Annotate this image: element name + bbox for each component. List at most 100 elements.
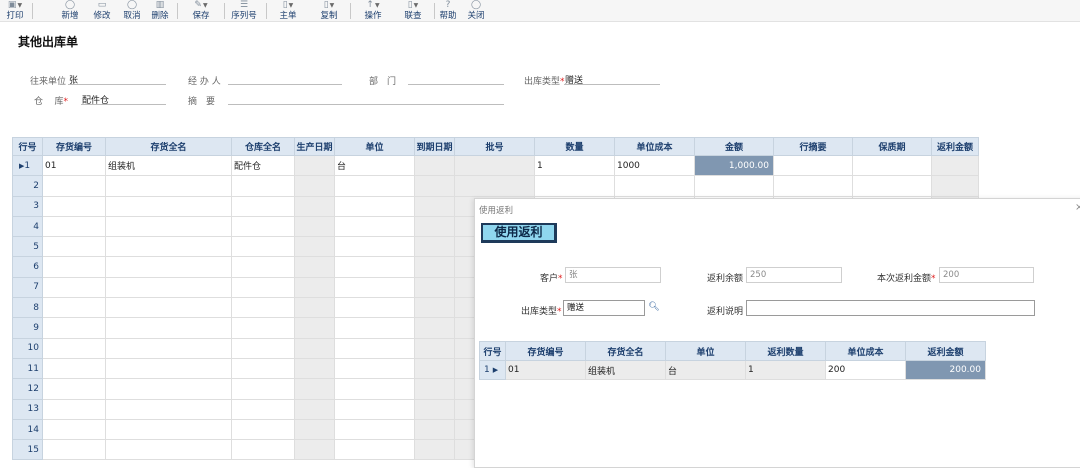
grid-cell[interactable] [414, 317, 455, 339]
col-header-expiry-date[interactable]: 到期日期 [414, 137, 455, 156]
edit-button[interactable]: ▭ 修改 [90, 0, 114, 22]
help-button[interactable]: ? 帮助 [436, 0, 460, 22]
cell-name[interactable]: 组装机 [105, 154, 232, 177]
grid-cell[interactable] [42, 317, 106, 339]
grid-cell[interactable] [105, 175, 232, 197]
col-header-line-memo[interactable]: 行摘要 [773, 137, 853, 156]
grid-cell[interactable] [414, 398, 455, 420]
col-header-unit[interactable]: 单位 [665, 341, 746, 361]
customer-field[interactable]: 张 [565, 267, 661, 283]
dialog-out-type-field[interactable]: 赠送 [563, 300, 645, 316]
grid-cell[interactable] [294, 195, 335, 217]
out-type-field[interactable]: 赠送 [564, 73, 660, 86]
grid-cell[interactable] [105, 195, 232, 217]
grid-cell[interactable] [294, 256, 335, 278]
master-button[interactable]: ▯▼ 主单 [268, 0, 308, 22]
grid-cell[interactable] [105, 215, 232, 238]
grid-cell[interactable] [105, 256, 232, 278]
grid-cell[interactable] [231, 337, 295, 359]
grid-cell[interactable] [414, 337, 455, 359]
grid-cell[interactable] [414, 175, 455, 197]
grid-cell[interactable] [414, 256, 455, 278]
grid-cell[interactable] [334, 439, 415, 461]
col-header-row-no[interactable]: 行号 [12, 137, 43, 156]
cell-unit[interactable]: 台 [665, 360, 746, 380]
col-header-rebate-amount[interactable]: 返利金额 [905, 341, 986, 361]
grid-cell[interactable] [105, 276, 232, 299]
col-header-warehouse[interactable]: 仓库全名 [231, 137, 295, 156]
summary-field[interactable] [228, 93, 504, 105]
cell-line-memo[interactable] [773, 154, 853, 177]
grid-cell[interactable] [294, 297, 335, 319]
grid-cell[interactable] [334, 215, 415, 238]
search-icon[interactable]: 🔍︎ [647, 301, 661, 315]
cell-expiry-date[interactable] [414, 154, 455, 177]
operate-button[interactable]: ↑▼ 操作 [354, 0, 392, 22]
grid-cell[interactable] [42, 297, 106, 319]
grid-cell[interactable] [931, 175, 979, 197]
grid-cell[interactable] [414, 195, 455, 217]
grid-cell[interactable] [231, 215, 295, 238]
grid-cell[interactable] [231, 439, 295, 461]
grid-cell[interactable] [414, 439, 455, 461]
grid-cell[interactable] [334, 357, 415, 380]
grid-cell[interactable] [454, 175, 535, 197]
col-header-name[interactable]: 存货全名 [585, 341, 666, 361]
this-rebate-field[interactable]: 200 [939, 267, 1034, 283]
close-button[interactable]: ◯ 关闭 [464, 0, 488, 22]
delete-button[interactable]: ▥ 删除 [148, 0, 172, 22]
grid-cell[interactable] [42, 398, 106, 420]
department-field[interactable] [408, 73, 504, 85]
grid-cell[interactable] [414, 418, 455, 441]
cell-code[interactable]: 01 [505, 360, 586, 380]
grid-cell[interactable] [42, 215, 106, 238]
partner-field[interactable]: 张 [68, 73, 166, 86]
new-button[interactable]: ◯ 新增 [58, 0, 82, 22]
col-header-row-no[interactable]: 行号 [479, 341, 506, 361]
grid-cell[interactable] [294, 418, 335, 441]
col-header-batch[interactable]: 批号 [454, 137, 535, 156]
grid-cell[interactable] [294, 236, 335, 258]
grid-cell[interactable] [42, 195, 106, 217]
grid-cell[interactable] [105, 337, 232, 359]
grid-cell[interactable] [334, 195, 415, 217]
grid-cell[interactable] [42, 357, 106, 380]
grid-cell[interactable] [105, 378, 232, 400]
table-row[interactable]: 2 [12, 175, 979, 197]
grid-cell[interactable] [414, 215, 455, 238]
col-header-unit-cost[interactable]: 单位成本 [614, 137, 695, 156]
grid-cell[interactable] [294, 337, 335, 359]
grid-cell[interactable] [414, 236, 455, 258]
grid-cell[interactable] [105, 418, 232, 441]
grid-cell[interactable] [231, 418, 295, 441]
col-header-rebate-qty[interactable]: 返利数量 [745, 341, 826, 361]
grid-cell[interactable] [231, 398, 295, 420]
close-icon[interactable]: × [1075, 202, 1080, 213]
grid-cell[interactable] [694, 175, 774, 197]
grid-cell[interactable] [231, 276, 295, 299]
cell-warehouse[interactable]: 配件仓 [231, 154, 295, 177]
grid-cell[interactable] [334, 337, 415, 359]
copy-button[interactable]: ▯▼ 复制 [310, 0, 348, 22]
grid-cell[interactable] [334, 418, 415, 441]
grid-cell[interactable] [42, 256, 106, 278]
cell-shelf-life[interactable] [852, 154, 932, 177]
grid-cell[interactable] [294, 439, 335, 461]
grid-cell[interactable] [334, 398, 415, 420]
grid-cell[interactable] [231, 236, 295, 258]
table-row[interactable]: 1 01 组装机 配件仓 台 1 1000 1,000.00 [12, 154, 979, 177]
grid-cell[interactable] [231, 175, 295, 197]
grid-cell[interactable] [414, 297, 455, 319]
serial-number-button[interactable]: ☰ 序列号 [227, 0, 261, 22]
grid-cell[interactable] [231, 357, 295, 380]
grid-cell[interactable] [105, 357, 232, 380]
col-header-code[interactable]: 存货编号 [42, 137, 106, 156]
cell-code[interactable]: 01 [42, 154, 106, 177]
grid-cell[interactable] [42, 337, 106, 359]
grid-cell[interactable] [334, 236, 415, 258]
cell-amount[interactable]: 1,000.00 [694, 154, 774, 177]
col-header-unit[interactable]: 单位 [334, 137, 415, 156]
grid-cell[interactable] [294, 276, 335, 299]
grid-cell[interactable] [231, 378, 295, 400]
cell-rebate-amount[interactable]: 200.00 [905, 360, 986, 380]
